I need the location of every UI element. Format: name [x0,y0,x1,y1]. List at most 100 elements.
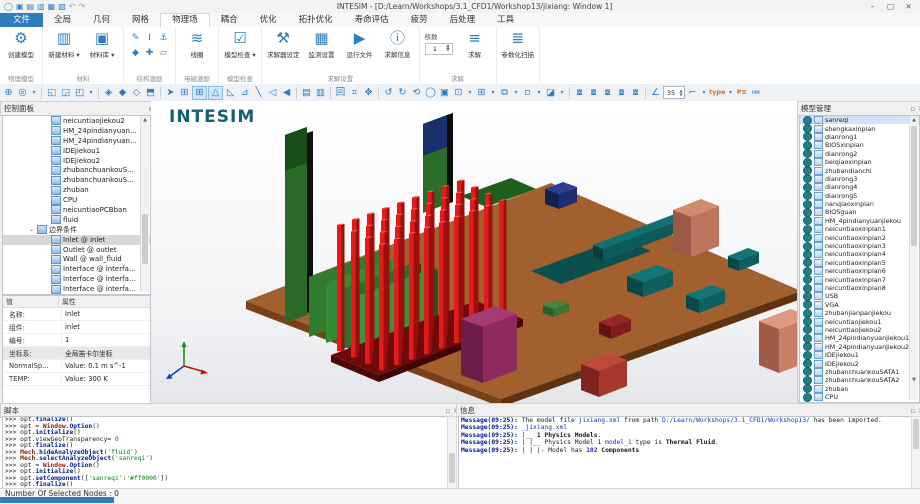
tree-item[interactable]: Interface @ interfa... [3,274,150,284]
orbit-icon[interactable]: ◯ [424,86,437,99]
model-item[interactable]: zhuban [800,385,919,393]
info-scrollbar[interactable] [911,416,920,489]
property-value[interactable]: Value: 0.1 m s^-1 [62,362,150,370]
structural-excitation-icon-6[interactable]: ▱ [157,46,170,60]
scroll-down-icon[interactable]: ▼ [910,376,918,384]
3d-viewport[interactable]: INTESIM [151,101,797,403]
property-value[interactable]: 1 [62,336,150,344]
copy-mode-dropdown-arrow[interactable]: ▾ [512,86,520,99]
model-item[interactable]: dianrong5 [800,192,919,200]
scroll-thumb[interactable] [913,419,919,449]
grid-icon[interactable]: ⌗ [348,86,361,99]
select-group-1-icon[interactable]: ⧇ [573,86,586,99]
copy-view-icon[interactable]: ▤ [300,86,313,99]
tree-item[interactable]: Interface @ interfa... [3,284,150,294]
structural-excitation-icon-2[interactable]: Ⅰ [143,31,156,45]
view-xz-icon[interactable]: ◰ [73,86,86,99]
menu-tab-topo-optimization[interactable]: 拓扑优化 [288,13,344,27]
monitor-settings-button[interactable]: ▦监测设置 [306,29,338,59]
shaded-view-icon[interactable]: ◆ [116,86,129,99]
edge-select-dropdown-arrow[interactable]: ▾ [700,86,708,99]
model-item[interactable]: beiqiaoxinpian [800,158,919,166]
tree-scrollbar[interactable]: ▲ [140,116,149,292]
tree-item[interactable]: Interface @ interfa... [3,264,150,274]
export-icon[interactable]: ▧ [58,1,66,13]
region-mode-dropdown-arrow[interactable]: ▾ [535,86,543,99]
menu-tab-fatigue[interactable]: 疲劳 [400,13,439,27]
tree-item[interactable]: Outlet @ outlet [3,245,150,255]
tree-item[interactable]: IDEjiekou2 [3,156,150,166]
model-item[interactable]: IDEjiekou2 [800,359,919,367]
material-library-button[interactable]: ▣材料库 ▾ [86,29,118,59]
select-group-2-icon[interactable]: ⧇ [587,86,600,99]
model-item[interactable]: sanreqi [800,116,919,124]
model-item[interactable]: neicuntiaoxinpian1 [800,225,919,233]
create-model-button[interactable]: ⚙创建模型 [5,29,37,59]
tree-item[interactable]: zhuban [3,185,150,195]
model-item[interactable]: neicuntiaoxinpian5 [800,259,919,267]
model-item[interactable]: zhubandianchi [800,166,919,174]
menu-tab-optimization[interactable]: 优化 [249,13,288,27]
model-item[interactable]: neicuntiaoxinpian7 [800,275,919,283]
tree-item[interactable]: zhubanchuankouS... [3,175,150,185]
scroll-thumb[interactable] [449,453,455,483]
structural-excitation-icon-4[interactable]: ◆ [129,46,142,60]
coil-button[interactable]: ≋线圈 [181,29,213,59]
model-item[interactable]: zhubanjianpanjiekou [800,309,919,317]
pick-filter-dropdown[interactable]: ⊡ [452,86,465,99]
model-item[interactable]: neicuntiaoxinpian8 [800,284,919,292]
model-item[interactable]: dianrong3 [800,175,919,183]
pan-icon[interactable]: ✥ [362,86,375,99]
model-item[interactable]: HM_24pindianyuanjiekou1 [800,334,919,342]
property-value[interactable]: Value: 300 K [62,375,150,383]
type-filter-dropdown-arrow[interactable]: ▾ [726,86,734,99]
model-item[interactable]: CPU [800,393,919,401]
select-back-icon[interactable]: ◁ [266,86,279,99]
parametric-sweep-button[interactable]: ≣参数化扫描 [502,29,535,59]
model-item[interactable]: shengkaxinpian [800,124,919,132]
scroll-up-icon[interactable]: ▲ [141,116,149,124]
model-item[interactable]: neicuntiaoxinpian4 [800,250,919,258]
center-icon[interactable]: ▣ [438,86,451,99]
frame-icon[interactable]: 回 [334,86,347,99]
select-group-5-icon[interactable]: ⧇ [629,86,642,99]
rotate-ccw-icon[interactable]: ↺ [382,86,395,99]
select-edge-icon[interactable]: ◺ [224,86,237,99]
view-options-dropdown[interactable]: ▾ [87,86,95,99]
scroll-up-icon[interactable]: ▲ [910,116,918,124]
model-item[interactable]: neicuntiaojiekou2 [800,326,919,334]
property-value[interactable]: Inlet [62,310,150,318]
select-cursor-icon[interactable]: ➤ [164,86,177,99]
tree-item[interactable]: Wall @ wall_fluid [3,254,150,264]
structural-excitation-icon-5[interactable]: ✚ [143,46,156,60]
model-item[interactable]: USB [800,292,919,300]
structural-excitation-icon-1[interactable]: ✎ [129,31,142,45]
model-item[interactable]: dianrong2 [800,150,919,158]
model-list-scrollbar[interactable]: ▲ ▼ [909,116,918,400]
save-all-icon[interactable]: ▤ [27,1,35,13]
tree-item[interactable]: HM_24pindianyuan... [3,136,150,146]
menu-tab-geometry[interactable]: 几何 [82,13,121,27]
cores-spinner[interactable]: 1▲▼ [425,43,453,55]
model-item[interactable]: HM_24pindianyuanjiekou2 [800,343,919,351]
maximize-button[interactable]: ▢ [882,1,899,13]
structural-excitation-icon-3[interactable]: ⚓ [157,31,170,45]
menu-tab-post-processing[interactable]: 后处理 [439,13,487,27]
feature-angle-icon[interactable]: ∠ [649,86,662,99]
solve-info-button[interactable]: ⓘ求解信息 [382,29,414,59]
edge-select-dropdown[interactable]: ⌐ [686,86,699,99]
display-mode-dropdown-arrow[interactable]: ▾ [558,86,566,99]
menu-tab-physics[interactable]: 物理场 [160,13,210,27]
model-item[interactable]: neicuntiaoxinpian6 [800,267,919,275]
pick-filter-dropdown-arrow[interactable]: ▾ [466,86,474,99]
zoom-window-icon[interactable]: ◎ [16,86,29,99]
redo-icon[interactable]: ↷ [78,1,85,13]
model-item[interactable]: dianrong4 [800,183,919,191]
float-panel-icon[interactable]: ▫ [910,407,915,415]
menu-tab-tools[interactable]: 工具 [486,13,525,27]
copy-mode-dropdown[interactable]: ⧉ [498,86,511,99]
view-yz-icon[interactable]: ◲ [59,86,72,99]
scroll-thumb[interactable] [142,214,148,264]
tree-item[interactable]: IDEjiekou1 [3,146,150,156]
model-manager-list[interactable]: sanreqishengkaxinpiandianrong1BIOSxinpia… [799,115,920,403]
